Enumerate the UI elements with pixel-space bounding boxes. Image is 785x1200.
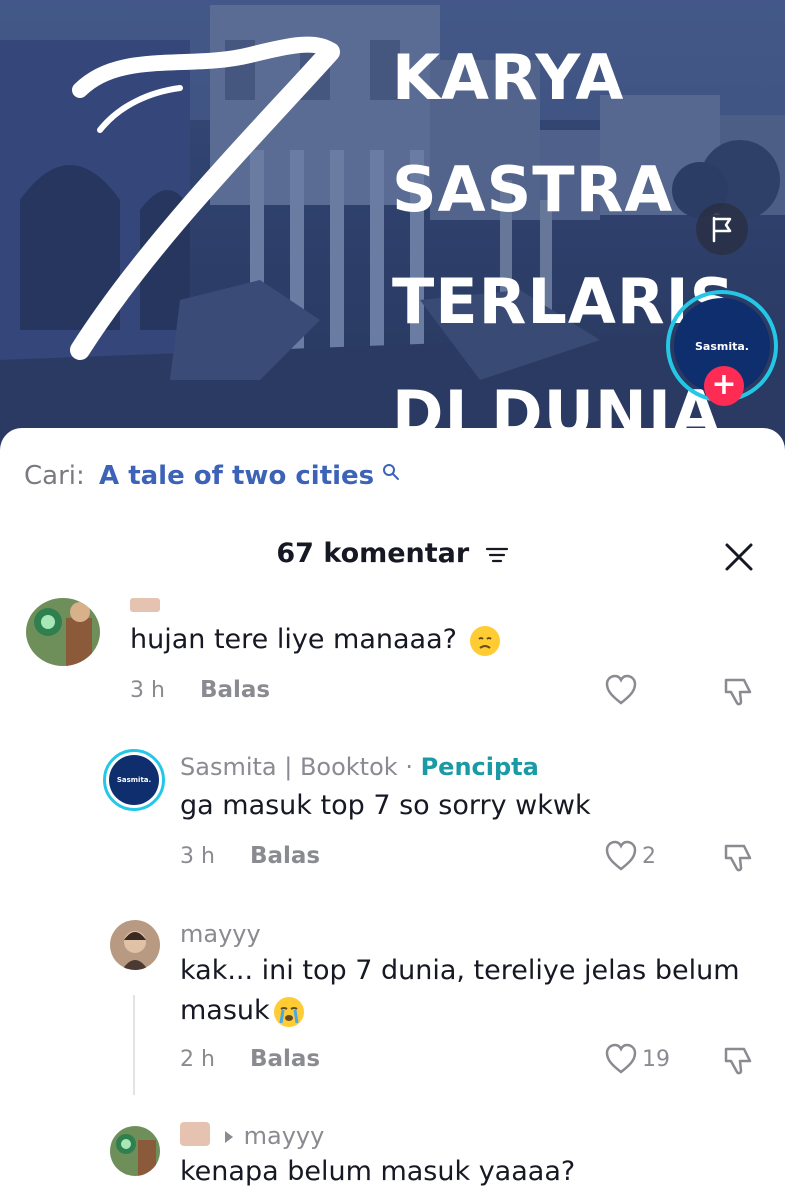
like-button[interactable]: 2 — [604, 840, 656, 872]
comment-text: hujan tere liye manaaa? — [130, 620, 500, 660]
user-emoji-badge — [180, 1122, 210, 1146]
search-query-link[interactable]: A tale of two cities — [99, 461, 374, 491]
dislike-icon[interactable] — [722, 674, 756, 708]
reply-button[interactable]: Balas — [250, 1046, 320, 1072]
comment-time: 2 h — [180, 1047, 215, 1072]
reply-button[interactable]: Balas — [200, 677, 270, 703]
report-flag-button[interactable] — [696, 203, 748, 255]
comment-count: 67 komentar — [276, 538, 470, 569]
video-background[interactable]: KARYA SASTRA TERLARIS DI DUNIA Sasmita. … — [0, 0, 785, 460]
avatar[interactable] — [110, 1126, 160, 1176]
flag-icon — [712, 216, 732, 243]
comment-text: kak... ini top 7 dunia, tereliye jelas b… — [180, 955, 740, 1027]
close-icon[interactable] — [722, 540, 756, 574]
comment-meta: 3 h Balas — [130, 677, 270, 703]
search-label: Cari: — [24, 461, 85, 491]
avatar[interactable] — [26, 598, 100, 666]
video-title: KARYA SASTRA TERLARIS DI DUNIA — [392, 22, 735, 460]
comment-username[interactable]: Sasmita | Booktok · Pencipta — [180, 753, 539, 781]
avatar[interactable] — [110, 920, 160, 970]
like-button[interactable]: 19 — [604, 1043, 670, 1075]
comment-username[interactable]: mayyy — [180, 920, 261, 948]
avatar-label: Sasmita. — [109, 755, 159, 805]
disappointed-emoji-icon — [469, 625, 500, 656]
creator-badge: Pencipta — [420, 753, 539, 781]
comment-meta: 3 h Balas — [180, 843, 320, 869]
user-emoji-badge — [130, 598, 160, 612]
sort-filter-icon[interactable] — [485, 545, 509, 565]
comment-time: 3 h — [130, 678, 165, 703]
title-line: SASTRA — [392, 153, 674, 226]
thread-line — [133, 995, 135, 1095]
avatar[interactable]: Sasmita. — [103, 749, 165, 811]
reply-to-user[interactable]: mayyy — [222, 1122, 324, 1150]
dislike-icon[interactable] — [722, 1043, 756, 1077]
search-icon — [383, 464, 400, 480]
heart-icon[interactable] — [604, 674, 638, 706]
title-line: KARYA — [392, 41, 625, 114]
comments-header: 67 komentar — [0, 538, 785, 569]
comment-time: 3 h — [180, 844, 215, 869]
like-count: 2 — [642, 843, 656, 869]
comment-text: ga masuk top 7 so sorry wkwk — [180, 790, 591, 821]
reply-arrow-icon — [225, 1131, 233, 1143]
heart-icon — [605, 1043, 637, 1074]
reply-button[interactable]: Balas — [250, 843, 320, 869]
number-seven-graphic — [70, 36, 340, 360]
comment-text: kenapa belum masuk yaaaa? — [180, 1156, 576, 1187]
like-count: 19 — [642, 1046, 670, 1072]
dislike-icon[interactable] — [722, 840, 756, 874]
crying-emoji-icon — [273, 996, 304, 1027]
search-suggestion[interactable]: Cari: A tale of two cities — [24, 461, 400, 491]
heart-icon — [605, 840, 637, 871]
follow-button[interactable]: + — [704, 366, 744, 406]
comment-meta: 2 h Balas — [180, 1046, 320, 1072]
